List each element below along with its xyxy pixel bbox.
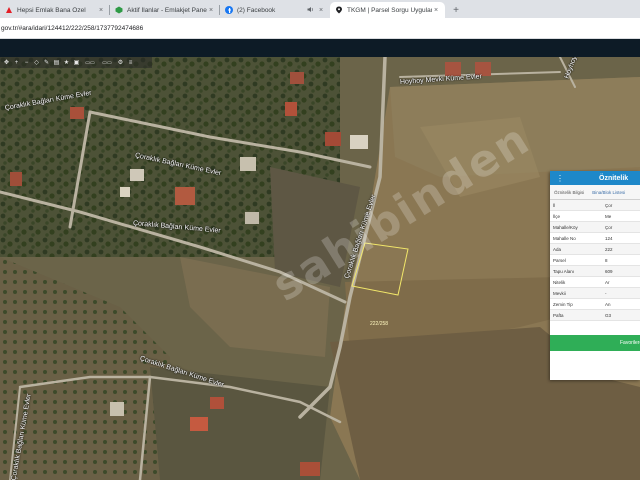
- table-row: İlçe Me: [550, 211, 640, 222]
- row-key: Nitelik: [553, 279, 566, 285]
- row-key: İl: [553, 202, 556, 208]
- close-icon[interactable]: ×: [207, 7, 215, 14]
- new-tab-button[interactable]: +: [449, 3, 463, 17]
- row-value: 222: [605, 246, 613, 252]
- table-row: Pafta G3: [550, 310, 640, 321]
- star-icon[interactable]: ★: [63, 59, 70, 66]
- app-header: [0, 39, 640, 57]
- tab-title: (2) Facebook: [237, 6, 276, 14]
- settings-icon[interactable]: ⚙: [117, 59, 124, 66]
- row-key: Parsel: [553, 257, 566, 263]
- address-bar[interactable]: gov.tr/#ara/idari/124412/222/258/1737792…: [0, 18, 640, 39]
- layers-icon[interactable]: ▤: [53, 59, 60, 66]
- map-toolbar: ✥ + − ◇ ✎ ▤ ★ ▣ ▭▭ ▭▭ ⚙ ≡: [0, 57, 152, 68]
- table-row: Mahalle No 124: [550, 233, 640, 244]
- browser-tab-tkgm[interactable]: TKGM | Parsel Sorgu Uygulama ×: [330, 2, 445, 18]
- emlakjet-icon: [115, 6, 123, 14]
- row-key: Zemin Tip: [553, 301, 573, 307]
- row-value: Me: [605, 213, 612, 219]
- row-key: İlçe: [553, 213, 561, 219]
- speaker-icon[interactable]: [307, 6, 314, 15]
- satellite-map[interactable]: sahibinden 222/258 Çoraklık Bağları Küme…: [0, 57, 640, 480]
- tab-title: Aktif İlanlar - Emlakjet Panel: [127, 6, 207, 14]
- zoom-in-icon[interactable]: +: [13, 60, 20, 66]
- table-row: Ada 222: [550, 244, 640, 255]
- table-row: Tapu Alanı 609: [550, 266, 640, 277]
- browser-tab-emlakjet[interactable]: Aktif İlanlar - Emlakjet Panel ×: [110, 2, 220, 18]
- add-favorites-button[interactable]: Favorilere: [550, 335, 640, 351]
- row-key: Ada: [553, 246, 562, 252]
- row-value: -: [605, 290, 607, 296]
- close-icon[interactable]: ×: [97, 7, 105, 14]
- row-value: Ar: [605, 279, 610, 285]
- row-key: Mevkii: [553, 290, 566, 296]
- table-row: Mevkii -: [550, 288, 640, 299]
- attribute-panel: ⋮ Öznitelik Öznitelik Bilgisi Bina/Blok …: [550, 171, 640, 380]
- tab-title: Hepsi Emlak Bana Özel: [17, 6, 86, 14]
- browser-tab-strip: Hepsi Emlak Bana Özel × Aktif İlanlar - …: [0, 0, 640, 18]
- measure-icon[interactable]: ◇: [33, 59, 40, 66]
- tab-attribute-info[interactable]: Öznitelik Bilgisi: [550, 190, 588, 195]
- facebook-icon: [225, 6, 233, 14]
- zoom-out-icon[interactable]: −: [23, 60, 30, 66]
- hepsiemlak-icon: [5, 6, 13, 14]
- close-icon[interactable]: ×: [317, 7, 325, 14]
- location-pin-icon: [335, 6, 343, 14]
- row-key: Pafta: [553, 312, 564, 318]
- table-row: Zemin Tip An: [550, 299, 640, 310]
- panel-header: ⋮ Öznitelik: [550, 171, 640, 185]
- print-icon[interactable]: ▣: [73, 59, 80, 66]
- row-value: 124: [605, 235, 613, 241]
- coordinates-icon[interactable]: ▭▭: [100, 60, 114, 66]
- parcel-label: 222/258: [370, 321, 389, 327]
- table-row: Mahalle/Köy Çor: [550, 222, 640, 233]
- browser-tab-facebook[interactable]: (2) Facebook ×: [220, 2, 330, 18]
- row-key: Mahalle/Köy: [553, 224, 578, 230]
- row-value: G3: [605, 312, 612, 318]
- close-icon[interactable]: ×: [432, 7, 440, 14]
- tab-title: TKGM | Parsel Sorgu Uygulama: [347, 6, 432, 14]
- panel-title: Öznitelik: [599, 174, 629, 182]
- row-value: An: [605, 301, 611, 307]
- row-value: Çor: [605, 202, 613, 208]
- panel-tabs: Öznitelik Bilgisi Bina/Blok Listesi: [550, 185, 640, 200]
- table-row: İl Çor: [550, 200, 640, 211]
- row-key: Mahalle No: [553, 235, 576, 241]
- row-value: Çor: [605, 224, 613, 230]
- menu-icon[interactable]: ≡: [127, 60, 134, 66]
- browser-tab-hepsiemlak[interactable]: Hepsi Emlak Bana Özel ×: [0, 2, 110, 18]
- table-row: Nitelik Ar: [550, 277, 640, 288]
- tab-building-list[interactable]: Bina/Blok Listesi: [588, 190, 629, 195]
- row-value: 8: [605, 257, 608, 263]
- table-row: Parsel 8: [550, 255, 640, 266]
- draw-icon[interactable]: ✎: [43, 59, 50, 66]
- row-key: Tapu Alanı: [553, 268, 575, 274]
- row-value: 609: [605, 268, 613, 274]
- scale-icon[interactable]: ▭▭: [83, 60, 97, 66]
- kebab-menu-icon[interactable]: ⋮: [556, 174, 564, 183]
- pan-icon[interactable]: ✥: [3, 59, 10, 66]
- url-text[interactable]: gov.tr/#ara/idari/124412/222/258/1737792…: [0, 25, 143, 32]
- attribute-table: İl Çor İlçe Me Mahalle/Köy Çor Mahalle No 12…: [550, 200, 640, 321]
